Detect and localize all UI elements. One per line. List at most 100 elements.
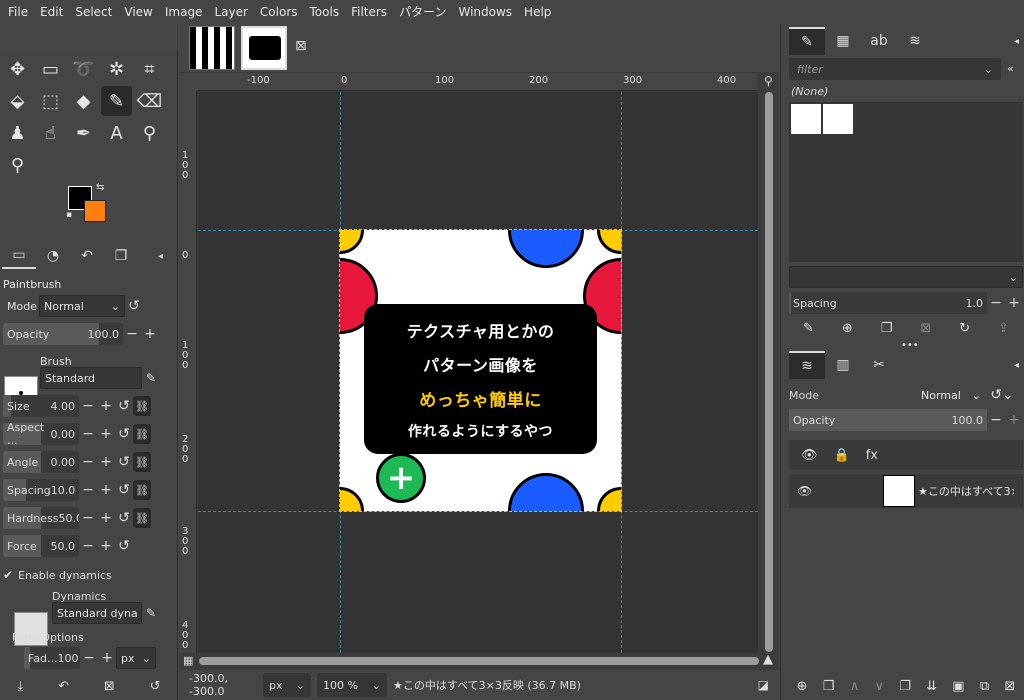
reset-param-icon[interactable]: ↺ [115, 423, 133, 445]
plus-icon[interactable]: + [97, 395, 115, 417]
brush-filter-input[interactable]: filter ⌄ [789, 58, 1001, 80]
minus-icon[interactable]: − [123, 323, 141, 345]
refresh-brushes-icon[interactable]: ↻ [959, 321, 970, 336]
lock-icon[interactable]: 🔒 [834, 448, 850, 463]
mode-select[interactable]: Normal ⌄ [39, 295, 125, 317]
brush-list[interactable] [789, 102, 1023, 262]
open-as-image-icon[interactable]: ⇪ [998, 321, 1009, 336]
rect-select-icon[interactable]: ▭ [35, 54, 66, 84]
tab-images[interactable]: ❐ [104, 243, 138, 269]
link-icon[interactable]: ⛓ [133, 452, 151, 472]
param-slider[interactable]: Angle 0.00 [3, 451, 79, 473]
quick-mask-icon[interactable]: ▦ [183, 654, 193, 667]
navigation-preview-icon[interactable]: ◪ [758, 678, 769, 692]
bucket-fill-icon[interactable]: ◆ [68, 86, 99, 116]
layer-name[interactable]: ★この中はすべて3×3反映 [918, 483, 1014, 499]
horizontal-scrollbar[interactable] [197, 655, 759, 667]
vertical-scrollbar-thumb[interactable] [765, 92, 773, 652]
link-icon[interactable]: ⛓ [133, 396, 151, 416]
duplicate-layer-icon[interactable]: ❐ [899, 679, 911, 694]
menu-item[interactable]: Windows [452, 0, 518, 24]
new-layer-group-icon[interactable]: ❒ [823, 679, 835, 694]
plus-icon[interactable]: + [97, 535, 115, 557]
image-tab-thumb[interactable] [189, 26, 235, 70]
menu-item[interactable]: View [118, 0, 158, 24]
vertical-scrollbar[interactable] [762, 92, 774, 652]
layer-mode-reset-icon[interactable]: ↺⌄ [985, 384, 1019, 406]
clone-tool-icon[interactable]: ♟ [2, 118, 33, 148]
reset-param-icon[interactable]: ↺ [115, 395, 133, 417]
menu-item[interactable]: Filters [345, 0, 393, 24]
delete-brush-icon[interactable]: ⊠ [920, 321, 931, 336]
tab-undo-history[interactable]: ↶ [70, 243, 104, 269]
brush-cell[interactable] [823, 104, 853, 134]
transform-tool-icon[interactable]: ⬙ [2, 86, 33, 116]
fade-unit-select[interactable]: px ⌄ [116, 647, 156, 669]
image-canvas[interactable]: テクスチャ用とかの パターン画像を めっちゃ簡単に 作れるようにするやつ + [339, 229, 622, 512]
layer-thumbnail[interactable] [883, 475, 915, 507]
minus-icon[interactable]: − [80, 647, 98, 669]
dynamics-select[interactable]: Standard dyna [52, 602, 142, 624]
collapse-icon[interactable]: « [1007, 62, 1014, 75]
vertical-ruler[interactable]: 100 0 100 200 300 400 [179, 91, 197, 653]
swap-colors-icon[interactable]: ⇆ [96, 182, 104, 193]
effects-icon[interactable]: fx [866, 448, 878, 463]
menu-item[interactable]: Edit [34, 0, 69, 24]
tab-fonts[interactable]: ab [861, 27, 897, 55]
link-icon[interactable]: ⛓ [133, 508, 151, 528]
edit-brush-icon[interactable]: ✎ [142, 368, 160, 388]
save-options-icon[interactable]: ⤓ [17, 679, 23, 694]
merge-layer-icon[interactable]: ⧉ [980, 679, 989, 694]
minus-icon[interactable]: − [79, 395, 97, 417]
tab-document-history[interactable]: ≋ [897, 27, 933, 55]
paintbrush-icon[interactable]: ✎ [101, 86, 132, 116]
plus-icon[interactable]: + [1005, 292, 1023, 314]
free-select-icon[interactable]: ➰ [68, 54, 99, 84]
link-icon[interactable]: ⛓ [133, 480, 151, 500]
dock-menu-icon[interactable]: ◂ [158, 251, 176, 262]
reset-options-icon[interactable]: ↺ [150, 679, 161, 694]
menu-item[interactable]: Colors [254, 0, 304, 24]
minus-icon[interactable]: − [79, 507, 97, 529]
enable-dynamics-row[interactable]: ✔ Enable dynamics [3, 564, 163, 586]
menu-item[interactable]: Layer [208, 0, 253, 24]
link-icon[interactable]: ⛓ [133, 424, 151, 444]
horizontal-scrollbar-thumb[interactable] [199, 657, 759, 665]
dock-menu-icon[interactable]: ◂ [1014, 36, 1019, 47]
plus-icon[interactable]: + [97, 423, 115, 445]
plus-icon[interactable]: + [98, 647, 116, 669]
raise-layer-icon[interactable]: ∧ [850, 679, 860, 694]
reset-param-icon[interactable]: ↺ [115, 535, 133, 557]
image-tab-thumb-active[interactable] [241, 26, 287, 70]
brush-spacing-slider[interactable]: Spacing 1.0 [789, 292, 987, 314]
duplicate-brush-icon[interactable]: ❐ [881, 321, 893, 336]
param-slider[interactable]: Force 50.0 [3, 535, 79, 557]
minus-icon[interactable]: − [79, 423, 97, 445]
brush-cell[interactable] [791, 104, 821, 134]
menu-item[interactable]: Help [518, 0, 557, 24]
color-picker-icon[interactable]: ⚲ [134, 118, 165, 148]
guide-horizontal[interactable] [198, 511, 758, 512]
menu-item[interactable]: パターン [393, 0, 452, 24]
param-slider[interactable]: Spacing 10.0 [3, 479, 79, 501]
text-tool-icon[interactable]: A [101, 118, 132, 148]
minus-icon[interactable]: − [987, 292, 1005, 314]
checkbox-checked-icon[interactable]: ✔ [3, 568, 13, 582]
tab-device-status[interactable]: ◔ [36, 243, 70, 269]
tab-paths[interactable]: ✂ [861, 351, 897, 379]
layer-mask-icon[interactable]: ▣ [952, 679, 964, 694]
eraser-icon[interactable]: ⌫ [134, 86, 165, 116]
smudge-tool-icon[interactable]: ☝ [35, 118, 66, 148]
plus-icon[interactable]: + [141, 323, 159, 345]
menu-item[interactable]: Tools [304, 0, 346, 24]
delete-options-icon[interactable]: ⊠ [104, 679, 115, 694]
edit-dynamics-icon[interactable]: ✎ [142, 603, 160, 623]
zoom-search-icon[interactable]: ⚲ [764, 74, 773, 88]
move-tool-icon[interactable]: ✥ [2, 54, 33, 84]
param-slider[interactable]: Hardness50.0 [3, 507, 79, 529]
edit-brush-icon[interactable]: ✎ [803, 321, 814, 336]
anchor-layer-icon[interactable]: ⇊ [926, 679, 937, 694]
layer-visibility-icon[interactable]: 👁 [797, 484, 812, 498]
tab-tool-options[interactable]: ▭ [2, 243, 36, 269]
reset-param-icon[interactable]: ↺ [115, 451, 133, 473]
